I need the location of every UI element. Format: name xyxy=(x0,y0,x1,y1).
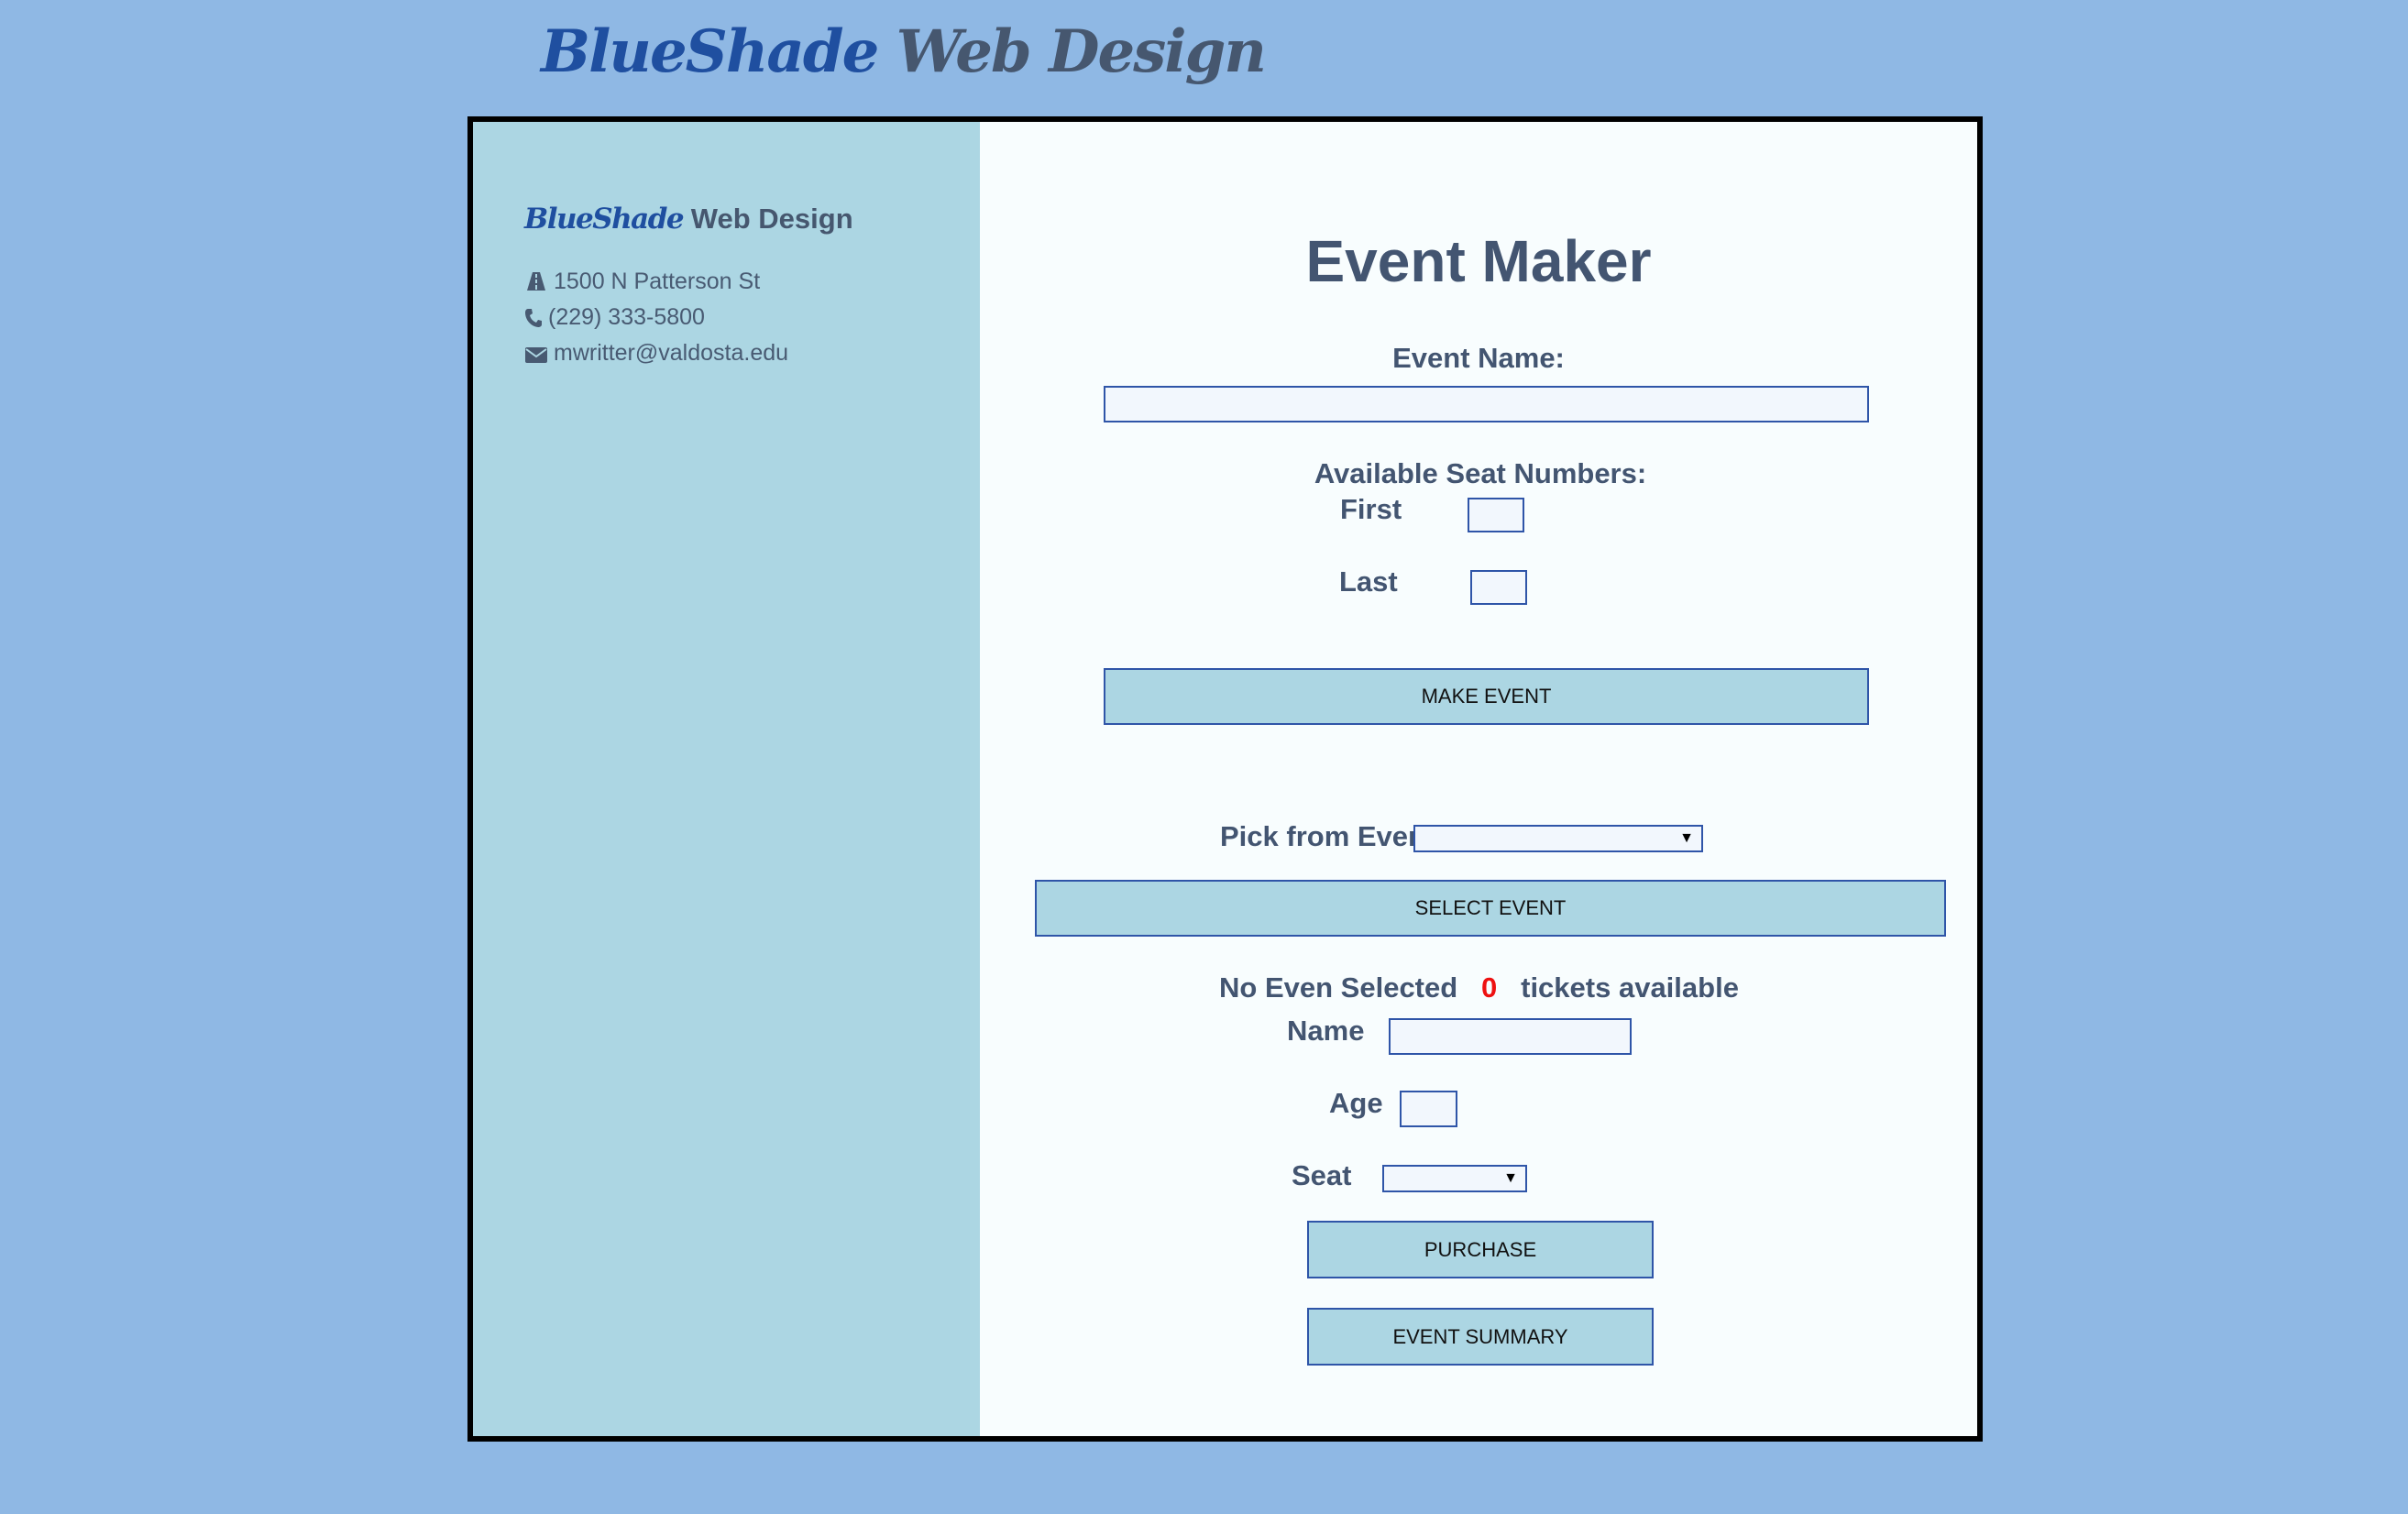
email-link[interactable]: mwritter@valdosta.edu xyxy=(554,340,788,366)
event-summary-button[interactable]: EVENT SUMMARY xyxy=(1307,1308,1654,1366)
logo-web-design: Web Design xyxy=(896,17,1267,86)
age-label: Age xyxy=(1329,1087,1383,1119)
main-content: Event Maker Event Name: Available Seat N… xyxy=(980,122,1977,1436)
sidebar-brand-web-design: Web Design xyxy=(690,203,853,235)
event-status: No Even Selected 0 tickets available xyxy=(980,970,1977,1006)
event-name-input[interactable] xyxy=(1104,386,1869,422)
name-label: Name xyxy=(1287,1015,1365,1047)
first-label: First xyxy=(1340,493,1402,525)
age-input[interactable] xyxy=(1400,1091,1457,1127)
page-frame: BlueShade Web Design 1500 N Patterson St… xyxy=(467,116,1983,1442)
last-label: Last xyxy=(1339,565,1398,598)
tickets-count: 0 xyxy=(1481,971,1498,1004)
contact-email: mwritter@valdosta.edu xyxy=(524,338,788,371)
event-name-label: Event Name: xyxy=(1392,342,1565,374)
phone-text: (229) 333-5800 xyxy=(548,304,705,330)
tickets-available-text: tickets available xyxy=(1521,971,1739,1004)
first-seat-input[interactable] xyxy=(1468,498,1524,532)
contact-address: 1500 N Patterson St xyxy=(524,267,760,300)
make-event-button[interactable]: MAKE EVENT xyxy=(1104,668,1869,725)
name-input[interactable] xyxy=(1389,1018,1632,1055)
phone-icon xyxy=(524,306,543,335)
last-seat-input[interactable] xyxy=(1470,570,1527,605)
chevron-down-icon: ▼ xyxy=(1503,1170,1518,1186)
sidebar-brand-blueshade: BlueShade xyxy=(524,203,685,236)
contact-phone: (229) 333-5800 xyxy=(524,302,705,335)
site-logo: BlueShade Web Design xyxy=(541,11,1267,93)
seat-select[interactable]: ▼ xyxy=(1382,1165,1527,1192)
pick-events-select[interactable]: ▼ xyxy=(1413,825,1703,852)
seat-numbers-label: Available Seat Numbers: xyxy=(1314,457,1647,489)
select-event-button[interactable]: SELECT EVENT xyxy=(1035,880,1946,937)
seat-label: Seat xyxy=(1292,1159,1352,1191)
chevron-down-icon: ▼ xyxy=(1679,830,1694,846)
envelope-icon xyxy=(524,342,548,371)
page-title: Event Maker xyxy=(1305,228,1652,294)
sidebar-brand: BlueShade Web Design xyxy=(524,201,853,237)
road-icon xyxy=(524,270,548,300)
sidebar: BlueShade Web Design 1500 N Patterson St… xyxy=(473,122,980,1436)
purchase-button[interactable]: PURCHASE xyxy=(1307,1221,1654,1278)
address-text: 1500 N Patterson St xyxy=(554,269,761,294)
logo-blueshade: BlueShade xyxy=(541,17,879,86)
selected-event-text: No Even Selected xyxy=(1219,971,1458,1004)
